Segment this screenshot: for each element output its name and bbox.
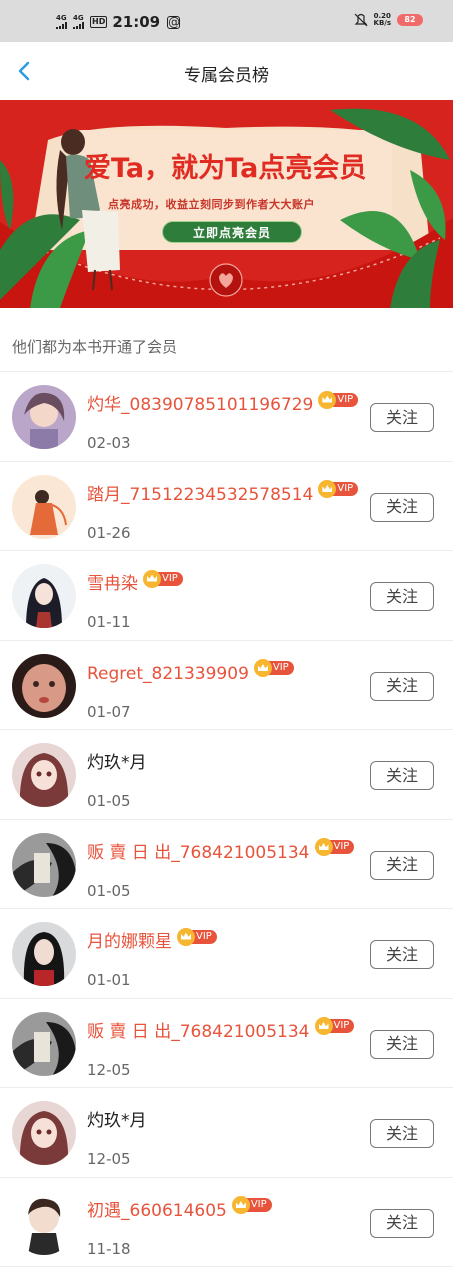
follow-button[interactable]: 关注 — [370, 761, 434, 790]
member-date: 12-05 — [87, 1060, 131, 1079]
at-icon: @ — [167, 14, 181, 29]
hd-icon: HD — [90, 16, 108, 28]
avatar[interactable] — [12, 564, 76, 628]
section-title: 他们都为本书开通了会员 — [0, 308, 453, 372]
light-up-vip-button[interactable]: 立即点亮会员 — [162, 221, 302, 243]
status-time: 21:09 — [112, 13, 161, 31]
crown-icon — [143, 569, 161, 588]
member-name-line: 灼玖*月 — [87, 752, 147, 774]
member-name[interactable]: 灼玖*月 — [87, 1110, 147, 1132]
member-row[interactable]: 踏月_71512234532578514 VIP 01-26 关注 — [0, 462, 453, 551]
network-type-label: 4G — [73, 14, 84, 22]
member-name-line: 灼华_08390785101196729 VIP — [87, 390, 359, 416]
signal-icon: 4G — [73, 15, 84, 29]
member-row[interactable]: 灼玖*月 12-05 关注 — [0, 1088, 453, 1178]
follow-button[interactable]: 关注 — [370, 582, 434, 611]
member-date: 11-18 — [87, 1239, 131, 1258]
member-name[interactable]: Regret_821339909 — [87, 663, 249, 685]
follow-button[interactable]: 关注 — [370, 403, 434, 432]
vip-badge: VIP — [318, 480, 359, 498]
status-right: 0.20 KB/s 82 — [354, 13, 423, 27]
crown-icon — [253, 659, 272, 677]
member-row[interactable]: 雪冉染 VIP 01-11 关注 — [0, 551, 453, 641]
promo-banner[interactable]: 爱Ta，就为Ta点亮会员 点亮成功，收益立刻同步到作者大大账户 立即点亮会员 — [0, 100, 453, 308]
member-name-line: 雪冉染 VIP — [87, 569, 183, 595]
vip-badge: VIP — [253, 659, 294, 677]
avatar[interactable] — [12, 653, 76, 718]
vip-badge: VIP — [177, 927, 217, 946]
status-left: 4G 4G HD 21:09 @ — [56, 13, 181, 31]
avatar[interactable] — [12, 385, 76, 449]
member-date: 01-26 — [87, 523, 131, 542]
vip-badge: VIP — [143, 569, 183, 588]
member-date: 01-05 — [87, 881, 131, 900]
member-row[interactable]: 灼玖*月 01-05 关注 — [0, 730, 453, 820]
avatar[interactable] — [12, 1011, 76, 1076]
member-name[interactable]: 踏月_71512234532578514 — [87, 484, 313, 506]
crown-icon — [314, 1017, 333, 1035]
network-type-label: 4G — [56, 14, 67, 22]
vip-badge: VIP — [318, 390, 359, 409]
mute-icon — [354, 13, 368, 27]
member-date: 12-05 — [87, 1150, 131, 1168]
member-list: 灼华_08390785101196729 VIP 02-03 关注 踏月_7151223… — [0, 372, 453, 1267]
banner-headline: 爱Ta，就为Ta点亮会员 — [84, 153, 367, 184]
member-date: 02-03 — [87, 434, 131, 452]
crown-icon — [318, 390, 337, 409]
follow-button[interactable]: 关注 — [370, 671, 434, 701]
member-name-line: 初遇_660614605 VIP — [87, 1196, 272, 1222]
follow-button[interactable]: 关注 — [370, 1029, 434, 1059]
member-name[interactable]: 贩 賣 日 出_768421005134 — [87, 1021, 310, 1043]
vip-badge: VIP — [314, 1017, 355, 1035]
avatar[interactable] — [12, 1190, 76, 1255]
member-name-line: 踏月_71512234532578514 VIP — [87, 480, 359, 506]
follow-button[interactable]: 关注 — [370, 1208, 434, 1238]
member-name[interactable]: 灼玖*月 — [87, 752, 147, 774]
avatar[interactable] — [12, 1101, 76, 1165]
member-row[interactable]: Regret_821339909 VIP 01-07 关注 — [0, 641, 453, 730]
follow-button[interactable]: 关注 — [370, 850, 434, 880]
member-date: 01-05 — [87, 792, 131, 810]
signal-icon: 4G — [56, 15, 67, 29]
member-name[interactable]: 灼华_08390785101196729 — [87, 394, 313, 416]
member-name[interactable]: 贩 賣 日 出_768421005134 — [87, 842, 310, 864]
follow-button[interactable]: 关注 — [370, 1119, 434, 1148]
member-name-line: 月的娜颗星 VIP — [87, 927, 217, 953]
avatar[interactable] — [12, 743, 76, 807]
network-speed: 0.20 KB/s — [373, 12, 391, 27]
avatar[interactable] — [12, 832, 76, 897]
member-date: 01-11 — [87, 613, 131, 631]
avatar[interactable] — [12, 474, 76, 539]
member-name[interactable]: 初遇_660614605 — [87, 1200, 227, 1222]
crown-icon — [231, 1196, 250, 1214]
vip-badge: VIP — [314, 838, 355, 856]
crown-icon — [314, 838, 333, 856]
member-name-line: 灼玖*月 — [87, 1110, 147, 1132]
member-name-line: 贩 賣 日 出_768421005134 VIP — [87, 1017, 355, 1043]
page-title: 专属会员榜 — [184, 66, 269, 86]
avatar[interactable] — [12, 922, 76, 986]
follow-button[interactable]: 关注 — [370, 492, 434, 522]
member-row[interactable]: 灼华_08390785101196729 VIP 02-03 关注 — [0, 372, 453, 462]
member-row[interactable]: 贩 賣 日 出_768421005134 VIP 01-05 关注 — [0, 820, 453, 909]
member-row[interactable]: 初遇_660614605 VIP 11-18 关注 — [0, 1178, 453, 1267]
member-row[interactable]: 贩 賣 日 出_768421005134 VIP 12-05 关注 — [0, 999, 453, 1088]
member-date: 01-01 — [87, 971, 131, 989]
follow-button[interactable]: 关注 — [370, 940, 434, 969]
member-name[interactable]: 雪冉染 — [87, 573, 138, 595]
member-name-line: 贩 賣 日 出_768421005134 VIP — [87, 838, 355, 864]
crown-icon — [177, 927, 195, 946]
member-date: 01-07 — [87, 702, 131, 721]
status-bar: 4G 4G HD 21:09 @ 0.20 KB/s 82 — [0, 0, 453, 42]
banner-subline: 点亮成功，收益立刻同步到作者大大账户 — [108, 198, 315, 211]
member-name[interactable]: 月的娜颗星 — [87, 931, 172, 953]
member-name-line: Regret_821339909 VIP — [87, 659, 294, 685]
battery-icon: 82 — [397, 14, 423, 26]
nav-bar: 专属会员榜 — [0, 42, 453, 100]
vip-badge: VIP — [231, 1196, 272, 1214]
member-row[interactable]: 月的娜颗星 VIP 01-01 关注 — [0, 909, 453, 999]
